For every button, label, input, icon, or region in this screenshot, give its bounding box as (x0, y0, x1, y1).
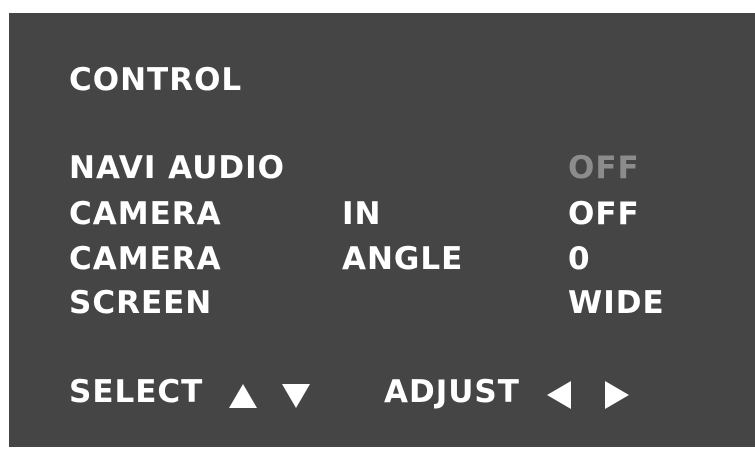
menu-item-value: WIDE (568, 285, 665, 321)
menu-item-value: 0 (568, 241, 591, 277)
menu-title: CONTROL (69, 62, 243, 98)
adjust-hint-label: ADJUST (384, 374, 520, 410)
arrow-up-icon (229, 384, 257, 408)
osd-menu-panel: CONTROL NAVI AUDIO OFF CAMERA IN OFF CAM… (9, 13, 755, 447)
menu-item-label: CAMERA (69, 196, 222, 232)
arrow-right-icon (605, 381, 629, 409)
menu-item-param: IN (342, 196, 382, 232)
menu-item-label: SCREEN (69, 285, 213, 321)
menu-item-value: OFF (568, 150, 640, 186)
arrow-down-icon (282, 384, 310, 408)
select-hint-label: SELECT (69, 374, 204, 410)
menu-item-label: NAVI AUDIO (69, 150, 285, 186)
menu-item-value: OFF (568, 196, 640, 232)
arrow-left-icon (547, 381, 571, 409)
menu-item-label: CAMERA (69, 241, 222, 277)
menu-item-param: ANGLE (342, 241, 464, 277)
